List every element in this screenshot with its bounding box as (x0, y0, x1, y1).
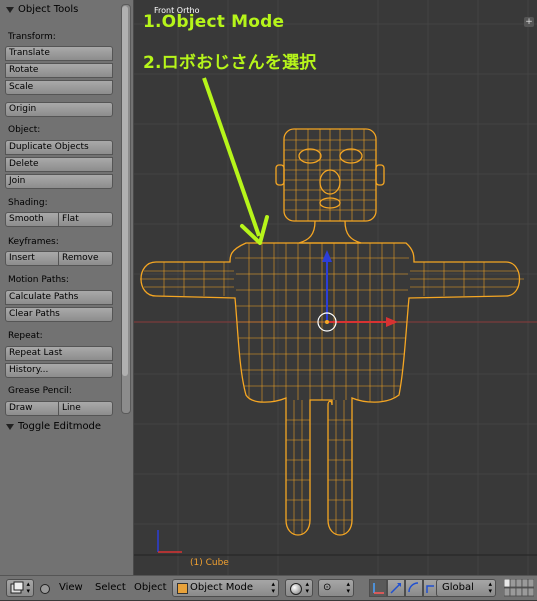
manipulator-toggle-icon[interactable] (369, 579, 387, 597)
keyframes-label: Keyframes: (8, 237, 59, 247)
join-button[interactable]: Join (5, 174, 113, 189)
scale-button[interactable]: Scale (5, 80, 113, 95)
object-cube-icon (177, 583, 188, 594)
translate-manipulator-icon[interactable] (387, 579, 405, 597)
rotate-button[interactable]: Rotate (5, 63, 113, 78)
remove-keyframe-button[interactable]: Remove (58, 251, 113, 266)
active-object-label: (1) Cube (190, 558, 229, 568)
origin-button[interactable]: Origin (5, 102, 113, 117)
layers-icon (503, 578, 535, 597)
object-label: Object: (8, 125, 41, 135)
pivot-icon: ⊙ (323, 582, 332, 593)
collapse-triangle-icon (6, 423, 14, 430)
dropdown-arrows-icon: ▴ ▾ (305, 580, 309, 595)
dropdown-arrows-icon: ▴ ▾ (346, 580, 350, 595)
panel-title: Object Tools (18, 4, 79, 15)
mode-select-value: Object Mode (190, 582, 253, 593)
line-button[interactable]: Line (58, 401, 113, 416)
dropdown-arrows-icon: ▴ ▾ (271, 580, 275, 595)
smooth-button[interactable]: Smooth (5, 212, 59, 227)
collapse-triangle-icon (6, 6, 14, 13)
rotate-manipulator-icon[interactable] (405, 579, 423, 597)
clear-paths-button[interactable]: Clear Paths (5, 307, 113, 322)
manipulator-icon (373, 583, 384, 594)
layers-grid[interactable] (503, 578, 535, 597)
insert-keyframe-button[interactable]: Insert (5, 251, 59, 266)
rotate-icon (408, 582, 419, 593)
calculate-paths-button[interactable]: Calculate Paths (5, 290, 113, 305)
3d-view-icon (10, 581, 24, 594)
editor-type-button[interactable]: ▴ ▾ (6, 579, 34, 597)
object-tools-panel-header[interactable]: Object Tools (2, 4, 118, 20)
mode-select[interactable]: Object Mode ▴ ▾ (172, 579, 279, 597)
draw-button[interactable]: Draw (5, 401, 59, 416)
plus-icon[interactable]: + (524, 17, 534, 27)
z-arrowhead (322, 250, 332, 262)
toolshelf-scroll-thumb[interactable] (122, 6, 128, 376)
toggle-editmode-label: Toggle Editmode (18, 421, 102, 432)
translate-button[interactable]: Translate (5, 46, 113, 61)
object-menu[interactable]: Object (134, 582, 167, 593)
duplicate-objects-button[interactable]: Duplicate Objects (5, 140, 113, 155)
transform-orientation-select[interactable]: Global ▴ ▾ (436, 579, 496, 597)
dropdown-arrows-icon: ▴ ▾ (26, 580, 30, 595)
orientation-value: Global (442, 582, 474, 593)
toggle-editmode-panel-header[interactable]: Toggle Editmode (2, 421, 118, 437)
pivot-point-button[interactable]: ⊙ ▴ ▾ (318, 579, 354, 597)
viewport-header: ▴ ▾ View Select Object Object Mode ▴ ▾ ▴ ▾ … (0, 575, 537, 600)
select-menu[interactable]: Select (95, 582, 126, 593)
delete-button[interactable]: Delete (5, 157, 113, 172)
grease-pencil-label: Grease Pencil: (8, 386, 72, 396)
annotation-step-1: 1.Object Mode (143, 12, 285, 32)
repeat-label: Repeat: (8, 331, 43, 341)
repeat-last-button[interactable]: Repeat Last (5, 346, 113, 361)
viewport-grid (134, 0, 537, 575)
collapse-menus-icon[interactable] (40, 584, 50, 594)
shading-label: Shading: (8, 198, 48, 208)
3d-viewport[interactable]: Front Ortho + (1) Cube (134, 0, 537, 575)
annotation-arrow (202, 77, 261, 237)
viewport-shading-button[interactable]: ▴ ▾ (285, 579, 313, 597)
x-arrowhead (386, 317, 398, 327)
arrow-icon (390, 583, 401, 594)
motion-paths-label: Motion Paths: (8, 275, 69, 285)
view-menu[interactable]: View (59, 582, 83, 593)
flat-button[interactable]: Flat (58, 212, 113, 227)
dropdown-arrows-icon: ▴ ▾ (488, 580, 492, 595)
history-button[interactable]: History... (5, 363, 113, 378)
shading-sphere-icon (290, 583, 302, 595)
annotation-step-2: 2.ロボおじさんを選択 (143, 53, 317, 73)
tool-shelf: Object Tools Transform: Translate Rotate… (0, 0, 134, 575)
transform-label: Transform: (8, 32, 56, 42)
